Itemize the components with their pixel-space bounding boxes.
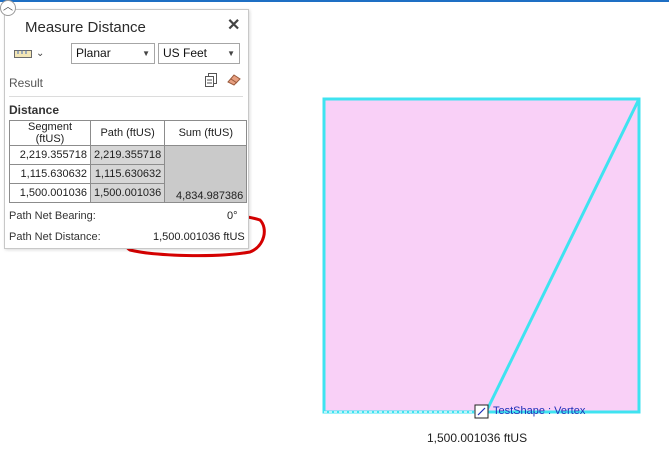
- table-header-row: Segment (ftUS) Path (ftUS) Sum (ftUS): [9, 120, 248, 146]
- table-cell: 1,115.630632: [89, 164, 166, 184]
- close-icon[interactable]: ✕: [227, 15, 240, 35]
- table-cell: 2,219.355718: [9, 145, 91, 165]
- copy-icon[interactable]: [205, 73, 217, 88]
- column-header: Path (ftUS): [89, 120, 166, 146]
- eraser-icon[interactable]: [227, 74, 241, 86]
- table-cell: 2,219.355718: [89, 145, 166, 165]
- map-distance-label: 1,500.001036 ftUS: [427, 431, 528, 445]
- net-bearing-value: 0°: [227, 210, 238, 222]
- panel-title: Measure Distance: [25, 19, 146, 36]
- column-header: Sum (ftUS): [164, 120, 248, 146]
- measure-distance-panel: Measure Distance ✕ ⌄ Planar ▼ US Feet ▼ …: [4, 9, 249, 249]
- ruler-icon[interactable]: [14, 49, 32, 59]
- polygon-shape: [322, 97, 641, 414]
- divider: [9, 96, 243, 97]
- chevron-down-icon: ▼: [142, 49, 150, 58]
- distance-table: Segment (ftUS) Path (ftUS) Sum (ftUS) 2,…: [9, 120, 248, 203]
- table-cell-sum: 4,834.987386: [164, 145, 248, 203]
- mode-select-value: Planar: [76, 46, 111, 60]
- result-label: Result: [9, 76, 44, 90]
- snap-tooltip: TestShape : Vertex: [493, 405, 586, 417]
- table-cell: 1,500.001036: [9, 183, 91, 203]
- chevron-down-icon[interactable]: ⌄: [36, 48, 44, 59]
- net-bearing-label: Path Net Bearing:: [9, 210, 96, 222]
- mode-select[interactable]: Planar ▼: [71, 43, 155, 64]
- table-row: 2,219.355718 2,219.355718 4,834.987386: [9, 145, 248, 203]
- net-distance-value: 1,500.001036 ftUS: [153, 231, 245, 243]
- table-cell: 1,500.001036: [89, 183, 166, 203]
- collapse-chevron-icon[interactable]: ︿: [0, 0, 16, 16]
- chevron-down-icon: ▼: [227, 49, 235, 58]
- distance-section-label: Distance: [9, 103, 60, 117]
- column-header: Segment (ftUS): [9, 120, 91, 146]
- unit-select-value: US Feet: [163, 46, 208, 60]
- unit-select[interactable]: US Feet ▼: [158, 43, 240, 64]
- net-distance-label: Path Net Distance:: [9, 231, 101, 243]
- table-cell: 1,115.630632: [9, 164, 91, 184]
